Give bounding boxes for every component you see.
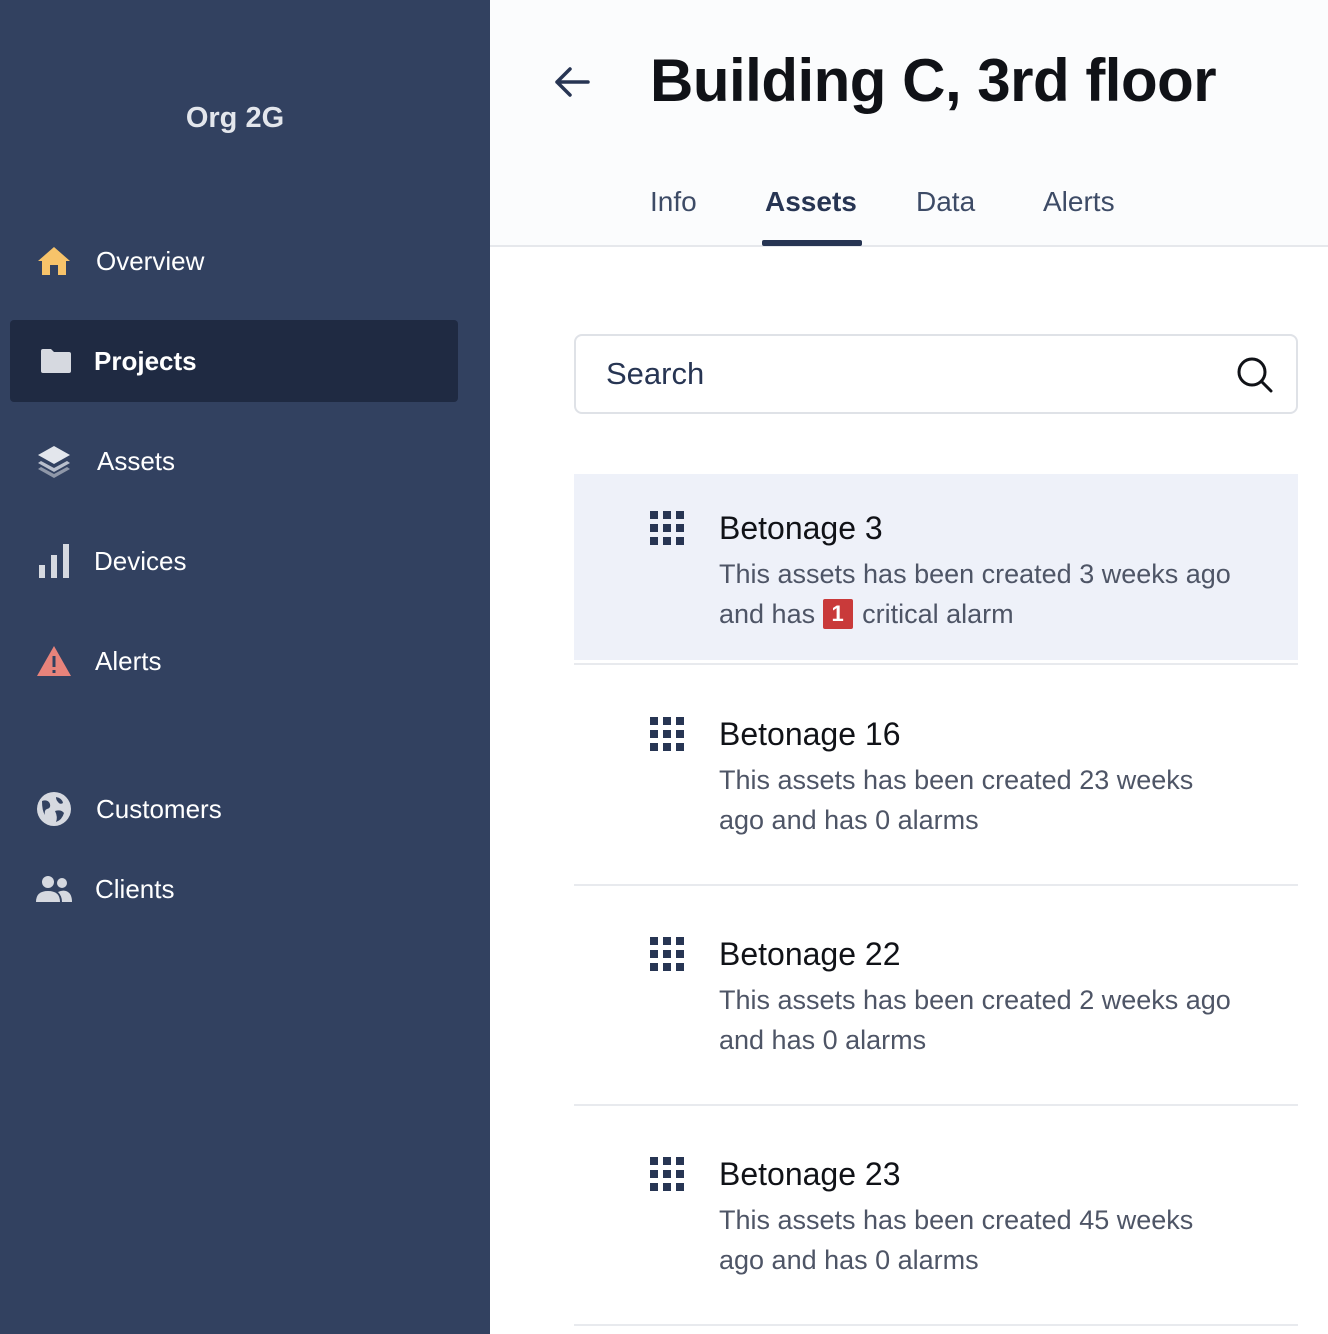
back-button[interactable] [548, 60, 596, 108]
sidebar-item-devices[interactable]: Devices [10, 520, 458, 602]
sidebar-item-label: Clients [95, 873, 175, 904]
org-name: Org 2G [185, 102, 285, 134]
asset-item-betonage-16[interactable]: Betonage 16 This assets has been created… [574, 666, 1298, 884]
asset-name: Betonage 3 [719, 510, 883, 546]
home-icon [34, 241, 74, 281]
sidebar-item-projects[interactable]: Projects [10, 320, 458, 402]
tab-alerts[interactable]: Alerts [1043, 186, 1115, 218]
asset-description: This assets has been created 2 weeks ago… [719, 985, 1231, 1055]
search-input[interactable] [606, 354, 1206, 394]
critical-alarm-badge: 1 [822, 599, 853, 629]
globe-icon [34, 789, 74, 829]
grid-icon [650, 511, 684, 545]
asset-item-betonage-22[interactable]: Betonage 22 This assets has been created… [574, 886, 1298, 1104]
asset-item-betonage-3[interactable]: Betonage 3 This assets has been created … [574, 474, 1298, 660]
sidebar-item-assets[interactable]: Assets [10, 420, 458, 502]
sidebar: Org 2G Overview Projects Assets Devices … [0, 0, 490, 1334]
tab-data[interactable]: Data [916, 186, 975, 218]
sidebar-item-alerts[interactable]: Alerts [10, 620, 458, 702]
asset-description: This assets has been created 45 weeks ag… [719, 1205, 1194, 1275]
asset-description-text: critical alarm [862, 599, 1014, 629]
active-tab-indicator [762, 240, 862, 246]
bar-chart-icon [34, 541, 74, 581]
search-box [574, 334, 1298, 414]
divider [574, 1324, 1298, 1326]
tab-assets[interactable]: Assets [765, 186, 857, 218]
search-icon[interactable] [1236, 356, 1274, 394]
asset-description: This assets has been created 23 weeks ag… [719, 765, 1194, 835]
sidebar-item-label: Overview [96, 245, 205, 276]
page-header: Building C, 3rd floor Info Assets Data A… [490, 0, 1328, 247]
sidebar-item-label: Assets [97, 445, 176, 476]
grid-icon [650, 937, 684, 971]
grid-icon [650, 1157, 684, 1191]
sidebar-item-label: Projects [94, 345, 197, 376]
divider [574, 663, 1298, 665]
asset-name: Betonage 23 [719, 1156, 901, 1192]
grid-icon [650, 717, 684, 751]
arrow-left-icon [554, 66, 590, 103]
sidebar-item-customers[interactable]: Customers [10, 768, 458, 850]
sidebar-item-overview[interactable]: Overview [10, 220, 458, 302]
asset-item-betonage-23[interactable]: Betonage 23 This assets has been created… [574, 1106, 1298, 1324]
sidebar-item-label: Devices [94, 545, 187, 576]
folder-icon [36, 341, 76, 381]
page-title: Building C, 3rd floor [650, 47, 1217, 114]
asset-name: Betonage 22 [719, 936, 901, 972]
sidebar-item-clients[interactable]: Clients [10, 848, 458, 930]
layers-icon [34, 441, 74, 481]
sidebar-item-label: Alerts [95, 645, 162, 676]
tab-info[interactable]: Info [650, 186, 697, 218]
sidebar-item-label: Customers [96, 793, 222, 824]
asset-description: This assets has been created 3 weeks ago… [719, 554, 1259, 634]
users-icon [34, 869, 74, 909]
asset-name: Betonage 16 [719, 716, 901, 752]
warning-icon [34, 641, 74, 681]
